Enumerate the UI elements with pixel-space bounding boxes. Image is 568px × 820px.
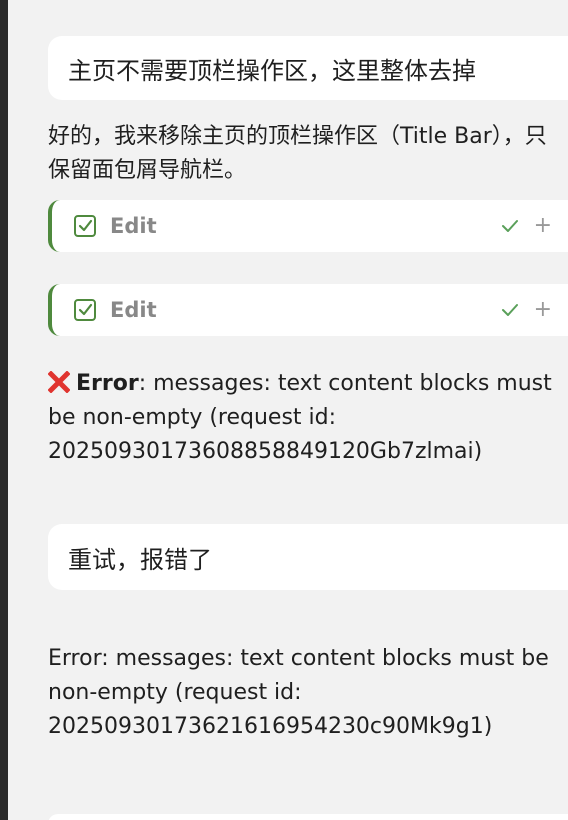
chat-panel: 主页不需要顶栏操作区，这里整体去掉 好的，我来移除主页的顶栏操作区（Title … — [0, 0, 568, 820]
edit-label: Edit — [110, 298, 157, 322]
user-message-bubble: 主页不需要顶栏操作区，这里整体去掉 — [48, 36, 568, 100]
edit-tool-card[interactable]: Edit + — [48, 200, 568, 252]
error-message-plain: Error: messages: text content blocks mus… — [48, 646, 549, 739]
cross-mark-icon — [47, 370, 71, 394]
panel-divider[interactable] — [0, 0, 8, 820]
check-icon — [500, 216, 520, 236]
checkbox-edit-icon — [72, 297, 98, 323]
error-message: Error: messages: text content blocks mus… — [47, 367, 560, 469]
edit-tool-card[interactable]: Edit + — [48, 284, 568, 336]
user-message-bubble-partial — [48, 814, 568, 820]
edit-label: Edit — [110, 214, 157, 238]
user-message-text: 主页不需要顶栏操作区，这里整体去掉 — [68, 56, 476, 85]
assistant-message-text: 好的，我来移除主页的顶栏操作区（Title Bar），只保留面包屑导航栏。 — [48, 124, 547, 183]
error-title: Error — [76, 371, 139, 396]
plus-icon[interactable]: + — [534, 215, 552, 237]
checkbox-edit-icon — [72, 213, 98, 239]
check-icon — [500, 300, 520, 320]
user-message-bubble: 重试，报错了 — [48, 524, 568, 590]
plus-icon[interactable]: + — [534, 299, 552, 321]
user-message-text: 重试，报错了 — [68, 545, 212, 574]
